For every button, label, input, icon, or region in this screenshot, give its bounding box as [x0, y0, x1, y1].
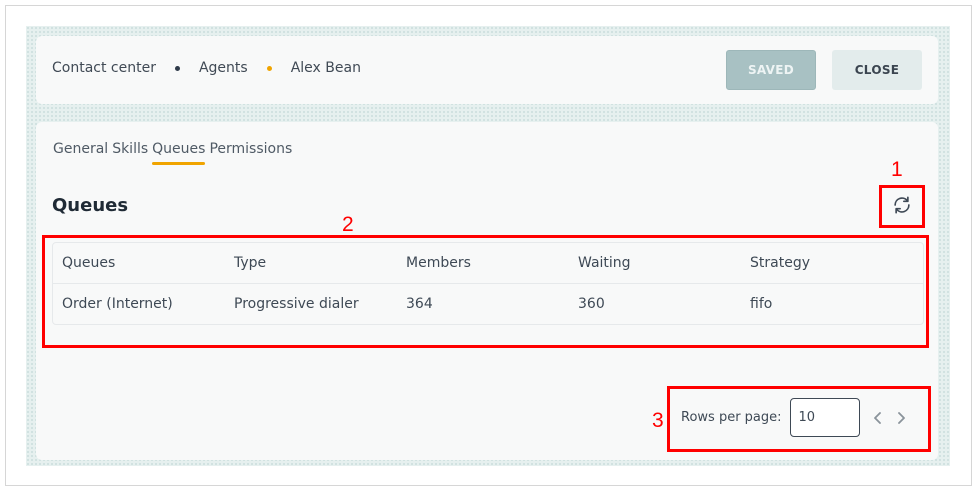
header-card: Contact center Agents Alex Bean SAVED CL…: [36, 36, 938, 104]
breadcrumb-agents[interactable]: Agents: [199, 60, 248, 76]
saved-button[interactable]: SAVED: [726, 50, 816, 90]
close-button[interactable]: CLOSE: [832, 50, 922, 90]
annotation-box-pagination: [667, 386, 931, 452]
breadcrumb-separator-dot: [174, 65, 180, 71]
breadcrumb: Contact center Agents Alex Bean: [52, 60, 361, 76]
tab-bar: General Skills Queues Permissions: [53, 141, 292, 165]
annotation-label-1: 1: [891, 158, 903, 181]
annotation-box-table: [42, 235, 929, 348]
annotation-box-refresh: [879, 185, 925, 228]
tab-permissions[interactable]: Permissions: [209, 141, 292, 165]
section-title: Queues: [52, 195, 129, 216]
annotation-label-3: 3: [652, 409, 664, 432]
annotation-label-2: 2: [342, 213, 354, 236]
breadcrumb-current: Alex Bean: [290, 60, 361, 76]
tab-general[interactable]: General: [53, 141, 108, 165]
tab-skills[interactable]: Skills: [112, 141, 148, 165]
tab-queues[interactable]: Queues: [152, 141, 206, 165]
breadcrumb-contact-center[interactable]: Contact center: [52, 60, 156, 76]
breadcrumb-separator-dot: [266, 65, 272, 71]
